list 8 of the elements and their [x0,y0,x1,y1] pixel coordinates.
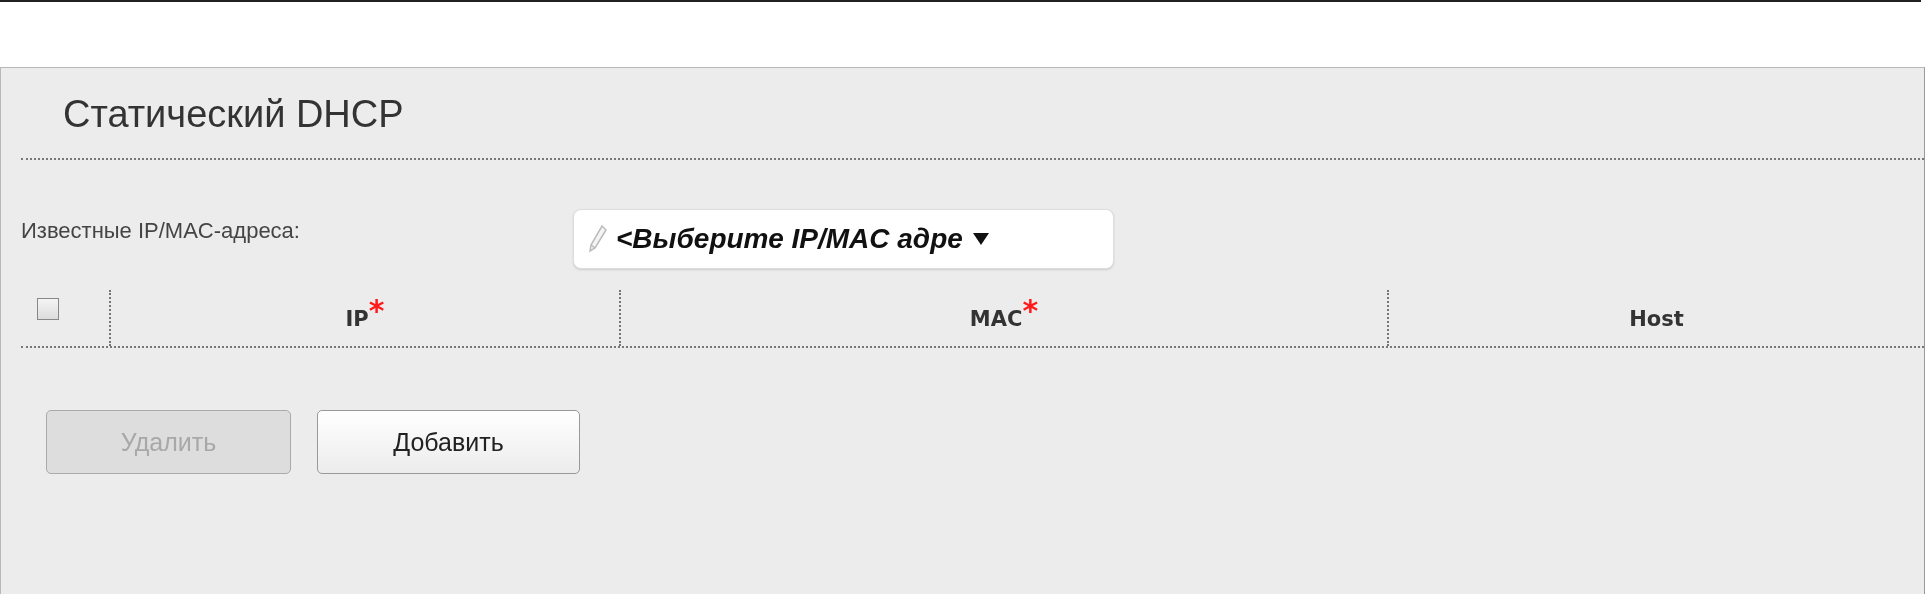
column-header: Host [1629,306,1684,333]
section-title: Статический DHCP [62,92,405,137]
caret-icon [972,233,989,245]
address-dropdown[interactable]: <Выберите IP/MAC адре [573,209,1114,269]
add-button[interactable]: Добавить [317,410,580,474]
select-all-checkbox[interactable] [37,298,59,320]
pencil-icon [588,224,608,254]
field-label: Известные IP/MAC-адреса: [21,218,301,244]
